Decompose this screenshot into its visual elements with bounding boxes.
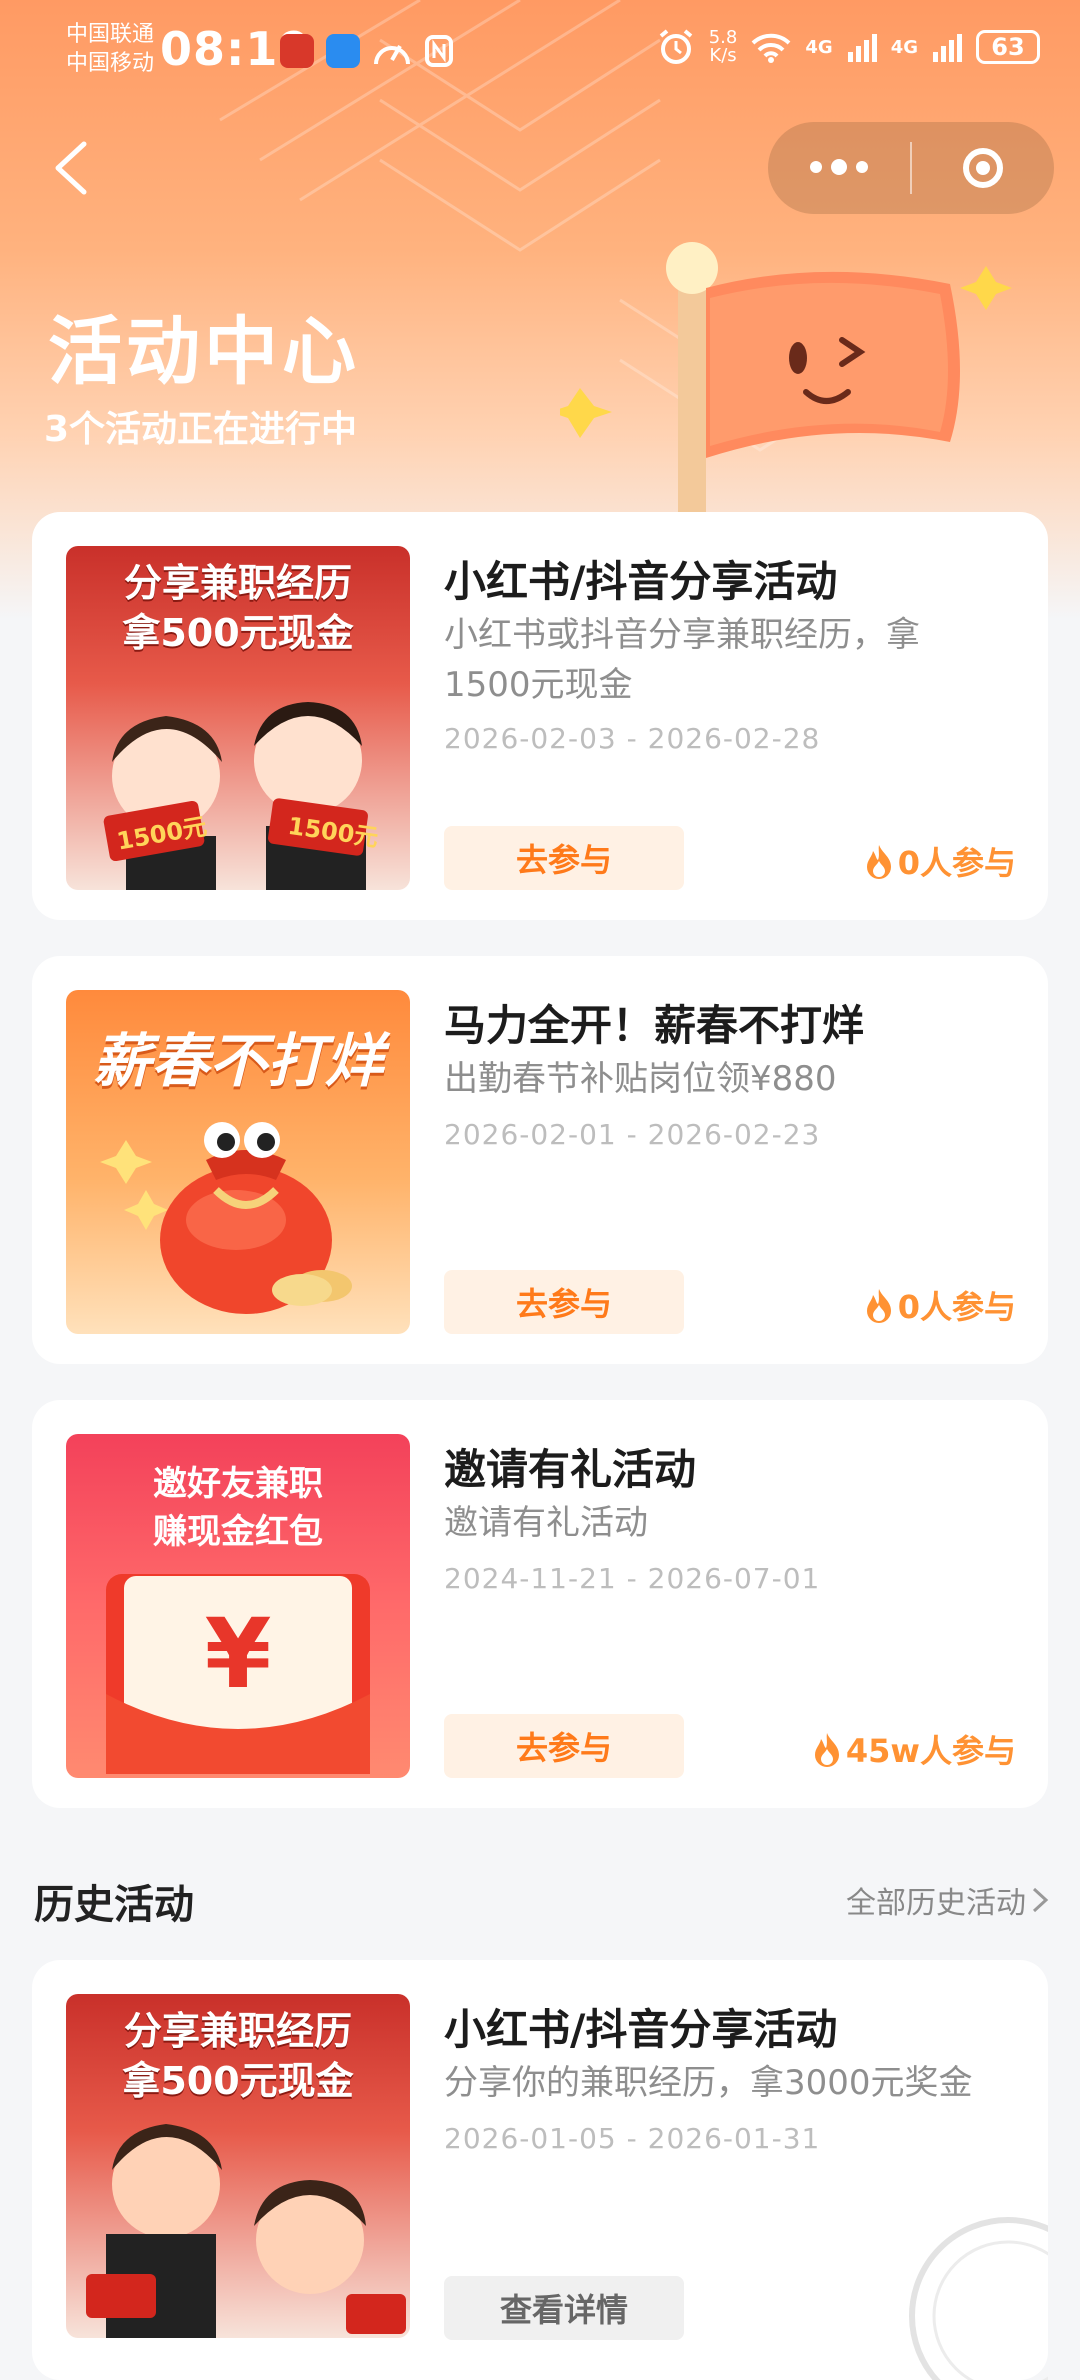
thumbnail-caption-line-1: 分享兼职经历 bbox=[123, 561, 352, 605]
activity-date-range: 2026-02-03 - 2026-02-28 bbox=[444, 722, 821, 755]
participant-count-label: 0人参与 bbox=[897, 844, 1016, 882]
activity-date-range: 2026-01-05 - 2026-01-31 bbox=[444, 2122, 821, 2155]
status-right: 5.8 K/s 4G 4G 63 bbox=[657, 28, 1040, 66]
signal-bars-icon bbox=[847, 34, 877, 62]
activity-description: 邀请有礼活动 bbox=[444, 1503, 648, 1543]
participant-count: 0人参与 bbox=[864, 1282, 1016, 1328]
thumbnail-caption-line-1: 分享兼职经历 bbox=[123, 2009, 352, 2053]
activity-card[interactable]: 薪春不打烊 马力全开！薪春不打烊 出勤春节补贴岗位领¥880 2026-02-0… bbox=[32, 956, 1048, 1364]
alarm-icon bbox=[659, 29, 693, 64]
activity-card[interactable]: 邀好友兼职 赚现金红包 ¥ 邀请有礼活动 邀请有礼活动 2024-11-21 -… bbox=[32, 1400, 1048, 1808]
ended-stamp-icon bbox=[909, 2217, 1048, 2380]
activity-title: 邀请有礼活动 bbox=[444, 1445, 697, 1494]
miniprogram-capsule bbox=[768, 122, 1054, 214]
flame-icon bbox=[866, 1289, 891, 1323]
target-close-icon[interactable] bbox=[912, 148, 1054, 188]
activity-thumbnail: 分享兼职经历 拿500元现金 bbox=[66, 1994, 410, 2338]
activity-thumbnail: 邀好友兼职 赚现金红包 ¥ bbox=[66, 1434, 410, 1778]
notification-icons bbox=[280, 34, 454, 68]
gauge-icon bbox=[374, 45, 410, 65]
app-notification-icon bbox=[280, 34, 314, 68]
join-button[interactable]: 去参与 bbox=[444, 1270, 684, 1334]
battery-indicator: 63 bbox=[976, 30, 1040, 64]
flame-icon bbox=[814, 1733, 839, 1767]
carrier-info: 中国联通 中国移动 bbox=[66, 20, 154, 78]
activity-title: 小红书/抖音分享活动 bbox=[444, 557, 838, 606]
thumbnail-caption-line-2: 拿500元现金 bbox=[122, 611, 354, 655]
weather-icon bbox=[326, 34, 360, 68]
yuan-symbol: ¥ bbox=[204, 1598, 272, 1710]
net-speed-unit: K/s bbox=[709, 45, 737, 66]
activity-card[interactable]: 分享兼职经历 拿500元现金 1500元 1500元 小红书/抖音分享活动 小红… bbox=[32, 512, 1048, 920]
activity-description: 出勤春节补贴岗位领¥880 bbox=[444, 1059, 837, 1099]
net-speed: 5.8 K/s bbox=[709, 29, 738, 65]
thumbnail-caption-line-1: 邀好友兼职 bbox=[153, 1464, 323, 1504]
signal-1-label: 4G bbox=[805, 36, 833, 58]
history-section-title: 历史活动 bbox=[34, 1882, 194, 1928]
thumbnail-caption-line-2: 赚现金红包 bbox=[153, 1512, 323, 1552]
activity-title: 小红书/抖音分享活动 bbox=[444, 2005, 838, 2054]
flame-icon bbox=[866, 845, 891, 879]
join-button[interactable]: 去参与 bbox=[444, 826, 684, 890]
activity-thumbnail: 薪春不打烊 bbox=[66, 990, 410, 1334]
nfc-icon bbox=[425, 35, 453, 67]
chevron-left-icon[interactable] bbox=[44, 138, 104, 198]
wifi-icon bbox=[751, 33, 791, 63]
carrier-1: 中国联通 bbox=[66, 22, 155, 47]
page-title: 活动中心 bbox=[48, 309, 360, 395]
activity-description: 小红书或抖音分享兼职经历，拿1500元现金 bbox=[444, 615, 920, 705]
more-dots-icon[interactable] bbox=[768, 159, 910, 175]
thumbnail-caption: 分享兼职经历 拿500元现金 bbox=[66, 558, 410, 658]
history-activity-card[interactable]: 分享兼职经历 拿500元现金 小红书/抖音分享活动 分享你的兼职经历，拿3000… bbox=[32, 1960, 1048, 2380]
activity-date-range: 2026-02-01 - 2026-02-23 bbox=[444, 1118, 821, 1151]
flag-mascot-illustration bbox=[560, 242, 1012, 528]
signal-2-label: 4G bbox=[890, 36, 918, 58]
page-subtitle: 3个活动正在进行中 bbox=[44, 409, 358, 450]
participant-count-label: 45w人参与 bbox=[845, 1732, 1016, 1770]
join-button[interactable]: 去参与 bbox=[444, 1714, 684, 1778]
thumbnail-caption: 分享兼职经历 拿500元现金 bbox=[66, 2006, 410, 2106]
participant-count: 0人参与 bbox=[864, 838, 1016, 884]
participant-count: 45w人参与 bbox=[812, 1726, 1016, 1772]
thumbnail-caption: 邀好友兼职 赚现金红包 bbox=[66, 1460, 410, 1556]
activity-thumbnail: 分享兼职经历 拿500元现金 1500元 1500元 bbox=[66, 546, 410, 890]
thumbnail-caption: 薪春不打烊 bbox=[92, 1027, 383, 1095]
view-details-button[interactable]: 查看详情 bbox=[444, 2276, 684, 2340]
all-history-label: 全部历史活动 bbox=[846, 1886, 1026, 1921]
activity-description: 分享你的兼职经历，拿3000元奖金 bbox=[444, 2063, 973, 2103]
participant-count-label: 0人参与 bbox=[897, 1288, 1016, 1326]
all-history-link[interactable]: 全部历史活动 bbox=[846, 1878, 1050, 1922]
chevron-right-icon bbox=[1032, 1887, 1049, 1913]
signal-bars-icon bbox=[933, 34, 962, 62]
status-bar: 中国联通 中国移动 08:19 5.8 K/s 4G 4G 63 bbox=[0, 0, 1080, 110]
carrier-2: 中国移动 bbox=[66, 51, 155, 76]
thumbnail-caption-line-2: 拿500元现金 bbox=[122, 2059, 354, 2103]
activity-title: 马力全开！薪春不打烊 bbox=[444, 1001, 865, 1050]
activity-date-range: 2024-11-21 - 2026-07-01 bbox=[444, 1562, 821, 1595]
